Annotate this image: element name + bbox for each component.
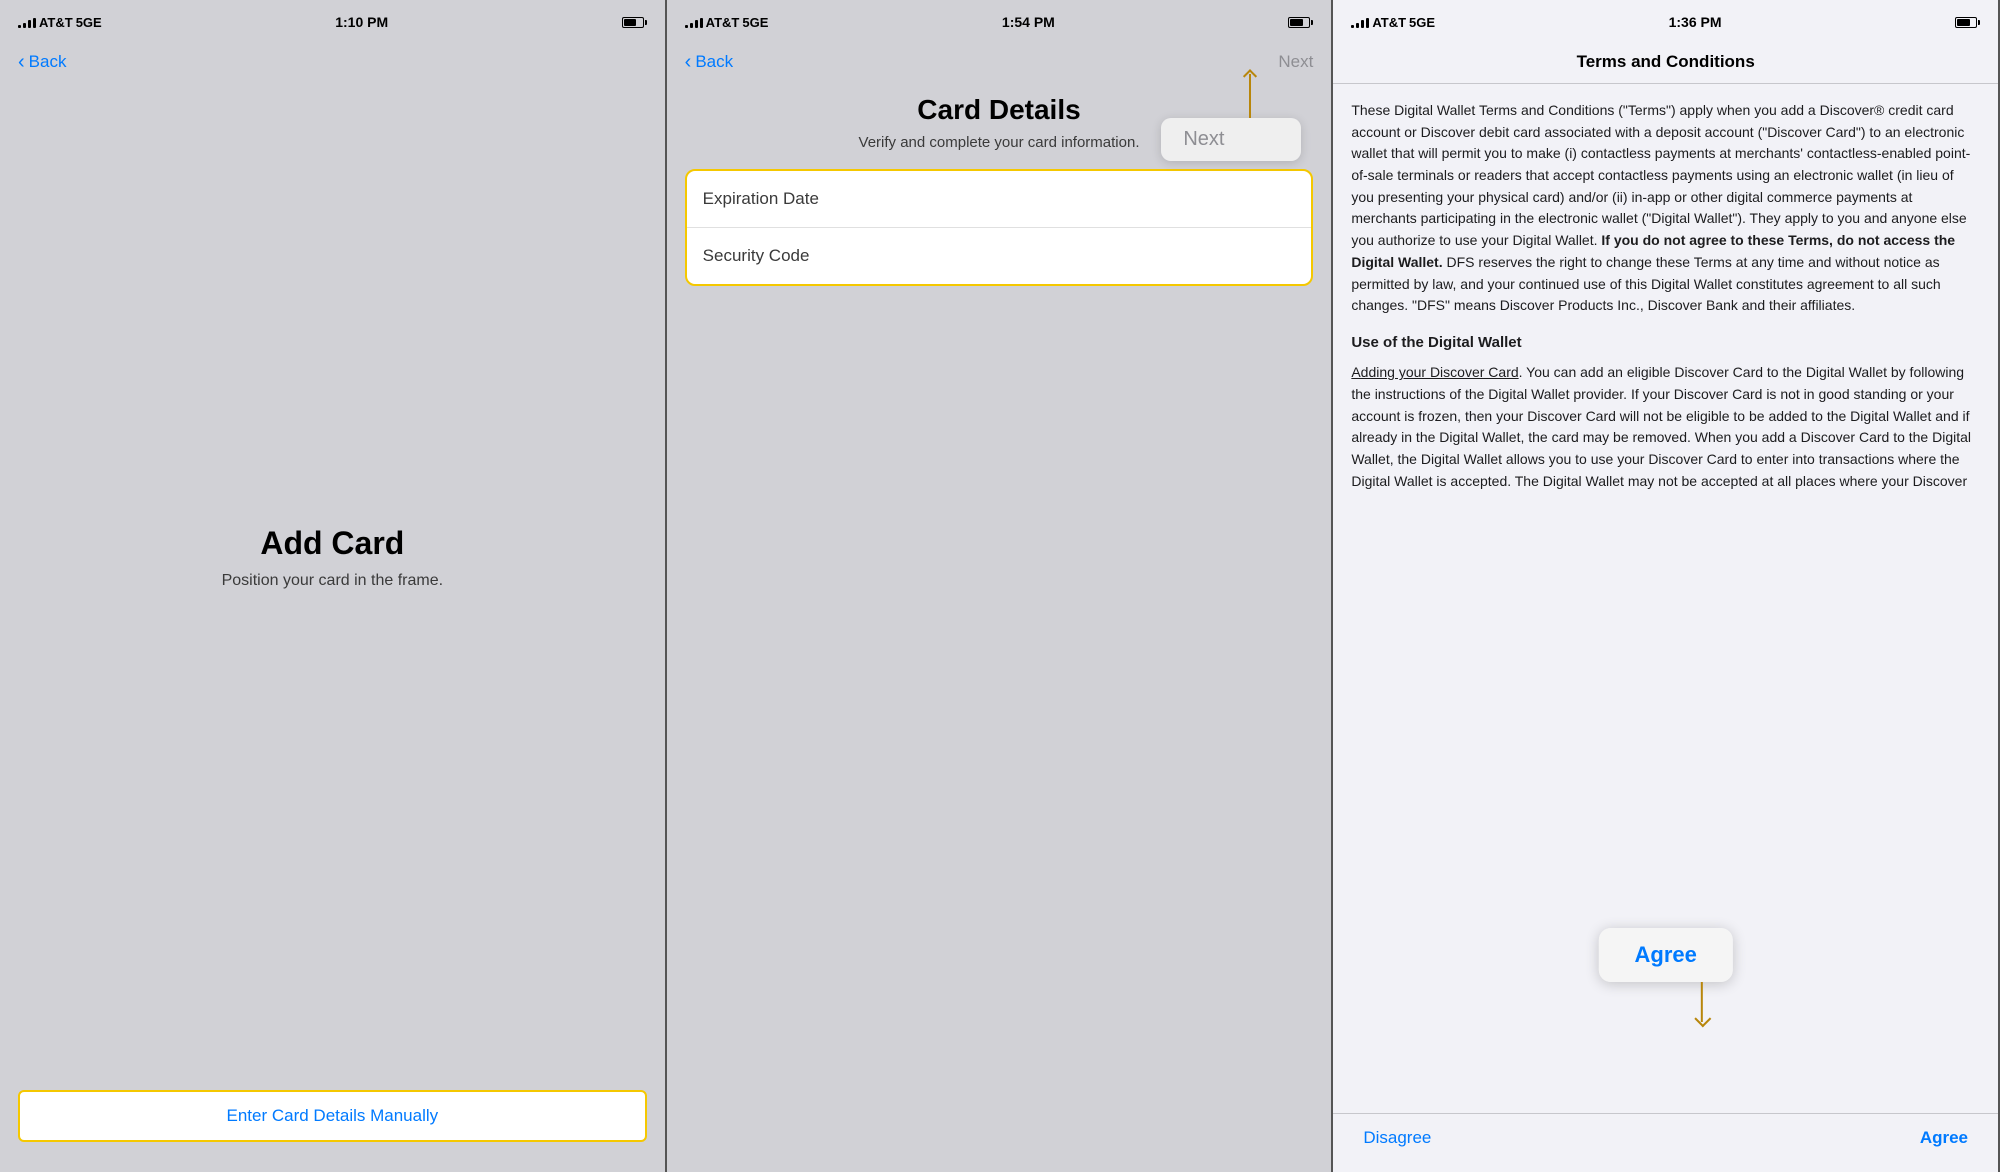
terms-nav-title: Terms and Conditions xyxy=(1577,52,1755,72)
next-tooltip: Next xyxy=(1161,118,1301,161)
status-carrier-2: AT&T 5GE xyxy=(685,15,769,30)
terms-section2-text: Adding your Discover Card. You can add a… xyxy=(1351,362,1980,492)
battery-icon-1 xyxy=(622,17,647,28)
battery-area-3 xyxy=(1955,17,1980,28)
agree-popover: Agree xyxy=(1598,928,1732,982)
terms-bottom-bar: Disagree Agree xyxy=(1333,1113,1998,1172)
status-bar-2: AT&T 5GE 1:54 PM xyxy=(667,0,1332,40)
panel-add-card: AT&T 5GE 1:10 PM ‹ Back Add Card Positio… xyxy=(0,0,667,1172)
status-bar-3: AT&T 5GE 1:36 PM xyxy=(1333,0,1998,40)
tooltip-next-label: Next xyxy=(1161,118,1301,161)
agree-button[interactable]: Agree xyxy=(1920,1128,1968,1148)
time-3: 1:36 PM xyxy=(1669,14,1722,30)
status-carrier-3: AT&T 5GE xyxy=(1351,15,1435,30)
carrier-label-1: AT&T xyxy=(39,15,73,30)
back-chevron-2: ‹ xyxy=(685,51,692,74)
panel-card-details: AT&T 5GE 1:54 PM ‹ Back Next xyxy=(667,0,1334,1172)
back-button-2[interactable]: ‹ Back xyxy=(685,51,733,74)
panel-terms: AT&T 5GE 1:36 PM Terms and Conditions Th… xyxy=(1333,0,2000,1172)
card-details-form: Expiration Date Security Code xyxy=(685,169,1314,286)
add-card-title: Add Card xyxy=(260,525,404,562)
signal-icon-1 xyxy=(18,16,36,28)
expiration-date-field[interactable]: Expiration Date xyxy=(687,171,1312,227)
signal-icon-2 xyxy=(685,16,703,28)
use-of-wallet-heading: Use of the Digital Wallet xyxy=(1351,331,1980,354)
status-bar-1: AT&T 5GE 1:10 PM xyxy=(0,0,665,40)
back-label-2: Back xyxy=(695,52,733,72)
nav-bar-3: Terms and Conditions xyxy=(1333,40,1998,84)
battery-area-2 xyxy=(1288,17,1313,28)
status-carrier-1: AT&T 5GE xyxy=(18,15,102,30)
card-details-content: Card Details Verify and complete your ca… xyxy=(667,84,1332,1172)
carrier-label-2: AT&T xyxy=(706,15,740,30)
signal-icon-3 xyxy=(1351,16,1369,28)
add-card-content: Add Card Position your card in the frame… xyxy=(0,84,665,1070)
nav-bar-1: ‹ Back xyxy=(0,40,665,84)
security-code-field[interactable]: Security Code xyxy=(687,227,1312,284)
card-details-subtitle: Verify and complete your card informatio… xyxy=(859,134,1140,151)
network-label-2: 5GE xyxy=(742,15,768,30)
network-label-1: 5GE xyxy=(76,15,102,30)
time-1: 1:10 PM xyxy=(335,14,388,30)
back-label-1: Back xyxy=(29,52,67,72)
battery-icon-2 xyxy=(1288,17,1313,28)
network-label-3: 5GE xyxy=(1409,15,1435,30)
disagree-button[interactable]: Disagree xyxy=(1363,1128,1431,1148)
back-chevron-1: ‹ xyxy=(18,51,25,74)
nav-bar-2: ‹ Back Next xyxy=(667,40,1332,84)
enter-card-manually-button[interactable]: Enter Card Details Manually xyxy=(18,1090,647,1142)
time-2: 1:54 PM xyxy=(1002,14,1055,30)
bottom-area-1: Enter Card Details Manually xyxy=(0,1070,665,1172)
terms-intro-text: These Digital Wallet Terms and Condition… xyxy=(1351,100,1980,317)
card-details-title: Card Details xyxy=(917,94,1080,126)
back-button-1[interactable]: ‹ Back xyxy=(18,51,66,74)
battery-area-1 xyxy=(622,17,647,28)
next-button-2[interactable]: Next xyxy=(1278,52,1313,72)
carrier-label-3: AT&T xyxy=(1372,15,1406,30)
agree-popover-label: Agree xyxy=(1598,928,1732,982)
add-card-subtitle: Position your card in the frame. xyxy=(222,572,443,590)
battery-icon-3 xyxy=(1955,17,1980,28)
tooltip-arrow-line xyxy=(1249,74,1251,118)
agree-arrow xyxy=(1701,982,1703,1022)
adding-card-link: Adding your Discover Card xyxy=(1351,364,1518,380)
